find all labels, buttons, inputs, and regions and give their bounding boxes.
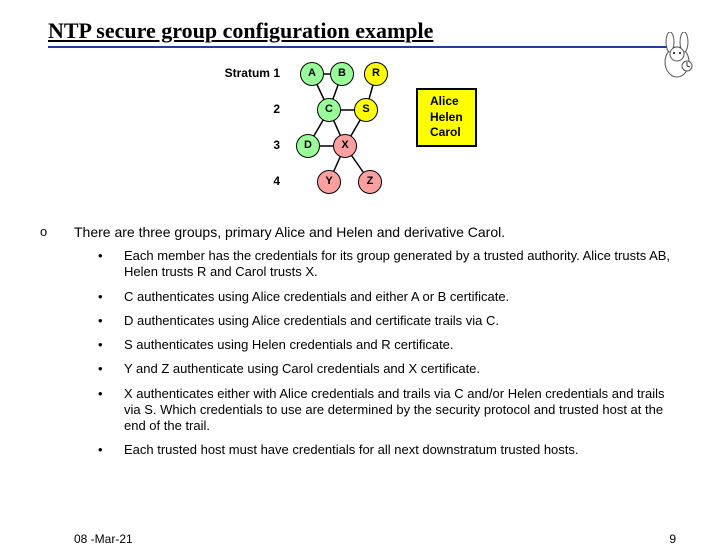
bullet-text: X authenticates either with Alice creden… bbox=[124, 386, 680, 435]
legend-alice: Alice bbox=[430, 94, 463, 110]
bullet-icon: • bbox=[98, 248, 106, 281]
node-a: A bbox=[300, 62, 324, 86]
list-item: • Each member has the credentials for its… bbox=[98, 248, 680, 281]
list-item: • S authenticates using Helen credentials… bbox=[98, 337, 680, 353]
footer-page-number: 9 bbox=[669, 532, 676, 546]
stratum-diagram: Stratum 1 2 3 4 A B R C S D X Y Z Alice … bbox=[180, 56, 540, 216]
node-x: X bbox=[333, 134, 357, 158]
page-title: NTP secure group configuration example bbox=[48, 18, 672, 46]
group-legend: Alice Helen Carol bbox=[416, 88, 477, 147]
diagram-edges bbox=[180, 56, 540, 216]
node-s: S bbox=[354, 98, 378, 122]
footer-date: 08 -Mar-21 bbox=[74, 532, 133, 546]
legend-helen: Helen bbox=[430, 110, 463, 126]
list-item: • Y and Z authenticate using Carol creden… bbox=[98, 361, 680, 377]
intro-text: There are three groups, primary Alice an… bbox=[74, 224, 505, 240]
node-r: R bbox=[364, 62, 388, 86]
node-d: D bbox=[296, 134, 320, 158]
node-z: Z bbox=[358, 170, 382, 194]
list-item: • C authenticates using Alice credentials… bbox=[98, 289, 680, 305]
bullet-icon: • bbox=[98, 386, 106, 435]
bullet-icon: • bbox=[98, 289, 106, 305]
bullet-list: • Each member has the credentials for its… bbox=[98, 248, 680, 459]
node-c: C bbox=[317, 98, 341, 122]
bullet-text: C authenticates using Alice credentials … bbox=[124, 289, 509, 305]
list-item: • D authenticates using Alice credentials… bbox=[98, 313, 680, 329]
bullet-icon: • bbox=[98, 313, 106, 329]
bullet-text: Each member has the credentials for its … bbox=[124, 248, 680, 281]
bullet-text: D authenticates using Alice credentials … bbox=[124, 313, 499, 329]
body-text: o There are three groups, primary Alice … bbox=[40, 224, 680, 459]
intro-marker: o bbox=[40, 224, 58, 239]
node-b: B bbox=[330, 62, 354, 86]
bullet-text: Each trusted host must have credentials … bbox=[124, 442, 579, 458]
bullet-icon: • bbox=[98, 442, 106, 458]
node-y: Y bbox=[317, 170, 341, 194]
list-item: • X authenticates either with Alice crede… bbox=[98, 386, 680, 435]
bullet-icon: • bbox=[98, 361, 106, 377]
bullet-text: Y and Z authenticate using Carol credent… bbox=[124, 361, 480, 377]
bullet-text: S authenticates using Helen credentials … bbox=[124, 337, 454, 353]
bullet-icon: • bbox=[98, 337, 106, 353]
list-item: • Each trusted host must have credentials… bbox=[98, 442, 680, 458]
title-bar: NTP secure group configuration example bbox=[48, 18, 672, 48]
rabbit-logo bbox=[654, 32, 700, 86]
legend-carol: Carol bbox=[430, 125, 463, 141]
